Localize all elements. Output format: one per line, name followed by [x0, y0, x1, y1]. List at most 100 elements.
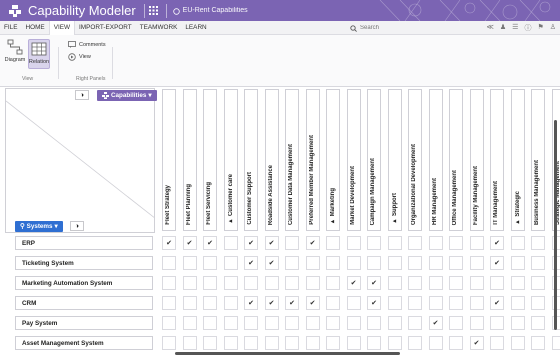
- relation-cell[interactable]: [510, 336, 525, 350]
- row-header-pay-system[interactable]: Pay System: [15, 316, 153, 330]
- column-contrast-toggle[interactable]: ◑: [75, 90, 89, 100]
- relation-cell[interactable]: [162, 256, 176, 270]
- relation-cell[interactable]: [285, 276, 299, 290]
- search-box[interactable]: [350, 23, 460, 33]
- relation-cell[interactable]: [182, 316, 197, 330]
- relation-cell[interactable]: [387, 316, 402, 330]
- relation-cell[interactable]: [223, 236, 238, 250]
- column-header-fleet-planning[interactable]: Fleet Planning: [182, 89, 197, 231]
- relation-cell[interactable]: [244, 336, 258, 350]
- relation-cell[interactable]: [326, 256, 340, 270]
- relation-cell[interactable]: [326, 276, 340, 290]
- relation-cell-checked[interactable]: ✔: [428, 316, 443, 330]
- relation-cell[interactable]: [531, 236, 545, 250]
- column-header-fleet-strategy[interactable]: Fleet Strategy: [162, 89, 176, 231]
- row-header-erp[interactable]: ERP: [15, 236, 153, 250]
- row-header-ticketing-system[interactable]: Ticketing System: [15, 256, 153, 270]
- relation-cell[interactable]: [490, 316, 504, 330]
- relation-cell[interactable]: [469, 296, 484, 310]
- relation-cell-checked[interactable]: ✔: [490, 296, 504, 310]
- relation-cell[interactable]: [510, 256, 525, 270]
- relation-cell[interactable]: [387, 236, 402, 250]
- relation-cell[interactable]: [510, 316, 525, 330]
- relation-cell[interactable]: [346, 316, 361, 330]
- relation-cell[interactable]: [203, 256, 217, 270]
- column-header-customer-care[interactable]: ▸ Customer care: [223, 89, 238, 231]
- relation-cell-checked[interactable]: ✔: [244, 256, 258, 270]
- relation-cell[interactable]: [367, 256, 381, 270]
- menu-view[interactable]: VIEW: [48, 20, 76, 35]
- relation-cell-checked[interactable]: ✔: [490, 236, 504, 250]
- relation-cell[interactable]: [428, 236, 443, 250]
- relation-cell[interactable]: [408, 316, 422, 330]
- relation-cell[interactable]: [449, 316, 463, 330]
- relation-cell[interactable]: [264, 276, 279, 290]
- systems-button[interactable]: ⚲ Systems ▾: [15, 221, 63, 232]
- relation-cell[interactable]: [285, 336, 299, 350]
- relation-cell[interactable]: [469, 256, 484, 270]
- relation-cell[interactable]: [387, 256, 402, 270]
- relation-cell[interactable]: [346, 296, 361, 310]
- column-header-campaign-management[interactable]: Campaign Management: [367, 89, 381, 231]
- relation-cell-checked[interactable]: ✔: [244, 296, 258, 310]
- column-header-market-development[interactable]: Market Development: [346, 89, 361, 231]
- relation-cell[interactable]: [387, 336, 402, 350]
- relation-cell[interactable]: [223, 296, 238, 310]
- relation-cell[interactable]: [326, 296, 340, 310]
- relation-cell-checked[interactable]: ✔: [264, 256, 279, 270]
- document-title[interactable]: EU-Rent Capabilities: [183, 7, 248, 14]
- menu-file[interactable]: FILE: [0, 21, 22, 35]
- relation-cell[interactable]: [408, 276, 422, 290]
- relation-cell[interactable]: [387, 276, 402, 290]
- column-header-customer-data-management[interactable]: Customer Data Management: [285, 89, 299, 231]
- relation-cell[interactable]: [387, 296, 402, 310]
- comments-toggle[interactable]: Comments: [68, 41, 106, 48]
- column-header-organizational-development[interactable]: Organizational Development: [408, 89, 422, 231]
- share-icon[interactable]: ≪: [487, 23, 494, 33]
- relation-cell[interactable]: [367, 316, 381, 330]
- relation-cell[interactable]: [305, 316, 320, 330]
- menu-import-export[interactable]: IMPORT-EXPORT: [75, 21, 136, 35]
- diagram-view-button[interactable]: Diagram: [4, 39, 26, 69]
- relation-cell[interactable]: [510, 276, 525, 290]
- relation-cell[interactable]: [367, 236, 381, 250]
- relation-cell-checked[interactable]: ✔: [305, 236, 320, 250]
- relation-cell[interactable]: [203, 336, 217, 350]
- relation-cell[interactable]: [469, 236, 484, 250]
- relation-cell[interactable]: [449, 256, 463, 270]
- column-header-office-management[interactable]: Office Management: [449, 89, 463, 231]
- relation-cell[interactable]: [531, 316, 545, 330]
- notifications-icon[interactable]: ☰: [512, 23, 518, 33]
- flag-icon[interactable]: ⚑: [537, 23, 543, 33]
- capabilities-button[interactable]: Capabilities ▾: [97, 90, 157, 101]
- relation-cell-checked[interactable]: ✔: [162, 236, 176, 250]
- vertical-scrollbar[interactable]: [554, 120, 557, 330]
- relation-cell[interactable]: [346, 336, 361, 350]
- relation-cell[interactable]: [469, 316, 484, 330]
- relation-cell[interactable]: [285, 316, 299, 330]
- relation-cell[interactable]: [428, 296, 443, 310]
- relation-cell[interactable]: [428, 276, 443, 290]
- relation-cell[interactable]: [449, 336, 463, 350]
- row-header-crm[interactable]: CRM: [15, 296, 153, 310]
- relation-cell[interactable]: [510, 236, 525, 250]
- relation-cell-checked[interactable]: ✔: [305, 296, 320, 310]
- relation-cell[interactable]: [449, 296, 463, 310]
- relation-cell[interactable]: [326, 316, 340, 330]
- relation-cell[interactable]: [244, 316, 258, 330]
- relation-cell[interactable]: [346, 236, 361, 250]
- relation-cell[interactable]: [305, 256, 320, 270]
- relation-cell[interactable]: [203, 296, 217, 310]
- relation-cell[interactable]: [182, 276, 197, 290]
- menu-home[interactable]: HOME: [22, 21, 49, 35]
- relation-cell[interactable]: [223, 256, 238, 270]
- column-header-preferred-member-management[interactable]: Preferred Member Management: [305, 89, 320, 231]
- relation-cell[interactable]: [203, 276, 217, 290]
- relation-cell[interactable]: [162, 296, 176, 310]
- info-icon[interactable]: ⓘ: [524, 23, 531, 33]
- relation-cell[interactable]: [182, 336, 197, 350]
- relation-cell[interactable]: [223, 336, 238, 350]
- relation-cell-checked[interactable]: ✔: [182, 236, 197, 250]
- column-header-strategic[interactable]: ▸ Strategic: [510, 89, 525, 231]
- search-input[interactable]: [360, 25, 450, 31]
